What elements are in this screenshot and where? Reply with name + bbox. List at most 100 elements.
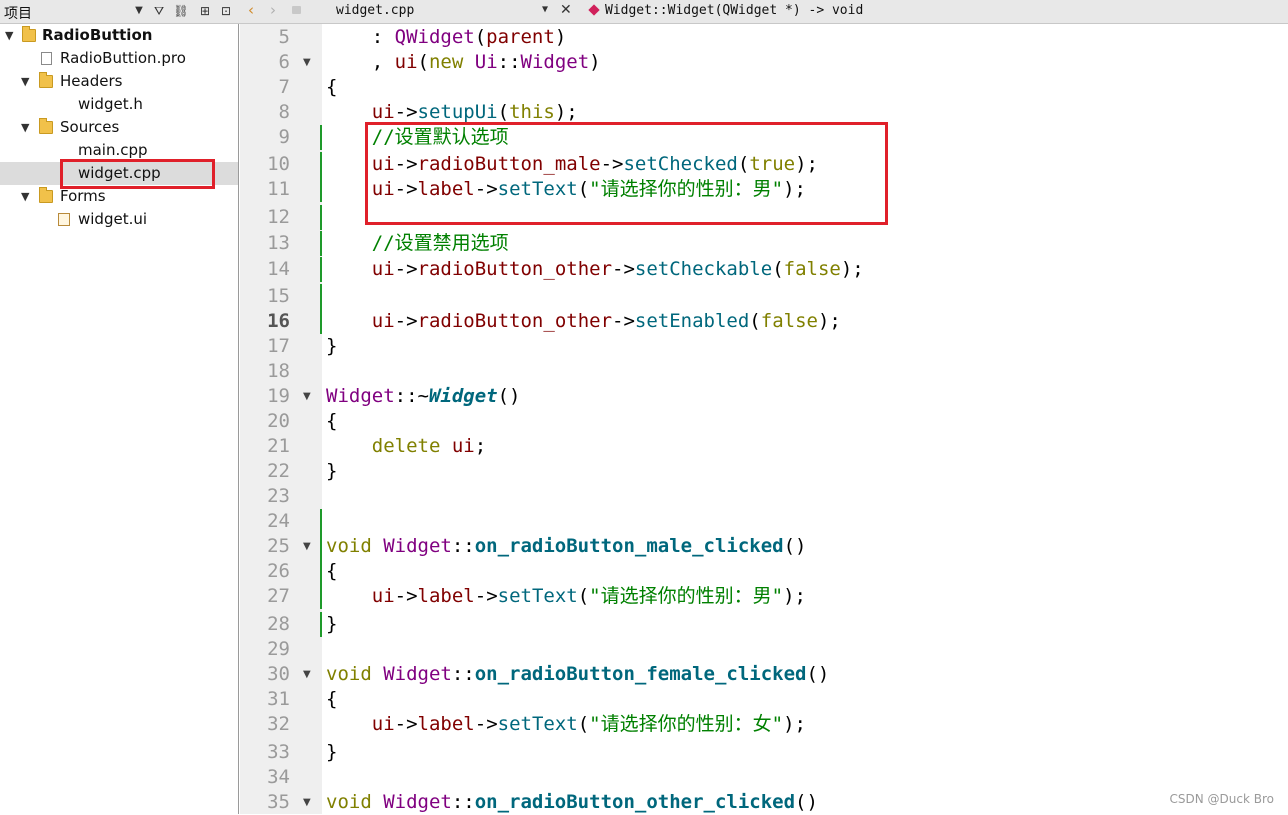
code-line[interactable]: 20 {: [240, 409, 1288, 434]
code-token: {: [326, 410, 338, 432]
line-number: 30: [267, 663, 290, 685]
code-line[interactable]: 6 ▼ , ui(new Ui::Widget): [240, 50, 1288, 75]
link-icon[interactable]: ⛓: [172, 2, 190, 20]
close-pane-icon[interactable]: ⊡: [218, 2, 234, 20]
code-token: );: [554, 101, 578, 123]
chevron-down-icon[interactable]: ▼: [132, 2, 146, 20]
code-line[interactable]: 23: [240, 484, 1288, 509]
code-token: "请选择你的性别：男": [589, 585, 784, 607]
chevron-down-icon[interactable]: ▼: [21, 116, 29, 139]
code-token: ->: [394, 101, 418, 123]
tree-item-widget-h[interactable]: widget.h: [0, 93, 238, 116]
code-token: (): [795, 791, 818, 813]
code-token: void: [326, 535, 384, 557]
code-token: (: [749, 310, 761, 332]
change-marker: [320, 559, 322, 584]
code-token: QWidget: [394, 26, 475, 48]
line-number: 27: [267, 585, 290, 607]
code-text: void Widget::on_radioButton_female_click…: [326, 662, 829, 687]
code-line[interactable]: 18: [240, 359, 1288, 384]
code-token: ::: [451, 663, 475, 685]
code-token: ui: [371, 713, 395, 735]
code-line[interactable]: 22}: [240, 459, 1288, 484]
code-token: ->: [474, 713, 498, 735]
fold-marker-icon[interactable]: ▼: [303, 790, 311, 815]
code-line[interactable]: 28}: [240, 612, 1288, 637]
tree-item-project[interactable]: ▼ RadioButtion: [0, 24, 238, 47]
code-line[interactable]: 30 ▼ void Widget::on_radioButton_female_cl…: [240, 662, 1288, 687]
tree-item-sources[interactable]: ▼ Sources: [0, 116, 238, 139]
code-line[interactable]: 32 ui->label->setText("请选择你的性别：女");: [240, 712, 1288, 737]
tree-item-label: widget.h: [78, 95, 143, 113]
code-token: }: [326, 741, 338, 763]
code-line[interactable]: 15: [240, 284, 1288, 309]
fold-marker-icon[interactable]: ▼: [303, 384, 311, 409]
code-line[interactable]: 16 ui->radioButton_other->setEnabled(fal…: [240, 309, 1288, 334]
code-text: {: [326, 75, 337, 100]
change-marker: [320, 284, 322, 309]
line-number: 7: [278, 76, 290, 98]
code-line[interactable]: 31 {: [240, 687, 1288, 712]
close-icon[interactable]: ✕: [560, 2, 572, 18]
chevron-down-icon[interactable]: ▼: [5, 24, 13, 47]
code-text: : QWidget(parent): [326, 25, 567, 50]
fold-marker-icon[interactable]: ▼: [303, 662, 311, 687]
chevron-down-icon[interactable]: ▼: [21, 70, 29, 93]
change-marker: [320, 125, 322, 150]
chevron-down-icon[interactable]: ▼: [21, 185, 29, 208]
lock-icon: [292, 6, 301, 14]
code-line[interactable]: 19 ▼ Widget::~Widget(): [240, 384, 1288, 409]
code-token: false: [783, 258, 841, 280]
code-token: {: [326, 560, 338, 582]
code-line[interactable]: 13 //设置禁用选项: [240, 231, 1288, 256]
fold-marker-icon[interactable]: ▼: [303, 50, 311, 75]
code-line[interactable]: 26 {: [240, 559, 1288, 584]
tree-item-headers[interactable]: ▼ Headers: [0, 70, 238, 93]
folder-icon: [39, 72, 53, 88]
tree-item-widget-ui[interactable]: widget.ui: [0, 208, 238, 231]
change-marker: [320, 257, 322, 282]
open-file-selector[interactable]: widget.cpp: [336, 3, 414, 18]
code-token: ::: [451, 791, 475, 813]
code-line[interactable]: 17}: [240, 334, 1288, 359]
project-pane-toolbar: 项目 ▼ ⛛ ⛓ ⊞ ⊡: [0, 0, 240, 24]
chevron-down-icon[interactable]: ▼: [542, 4, 548, 15]
code-line[interactable]: 29: [240, 637, 1288, 662]
code-token: ui: [371, 258, 395, 280]
split-icon[interactable]: ⊞: [196, 2, 214, 20]
change-marker: [320, 231, 322, 256]
fold-marker-icon[interactable]: ▼: [303, 534, 311, 559]
folder-icon: [39, 187, 53, 203]
code-line[interactable]: 27 ui->label->setText("请选择你的性别：男");: [240, 584, 1288, 609]
change-marker: [320, 152, 322, 177]
pro-file-icon: [41, 52, 52, 65]
back-arrow-icon[interactable]: ‹: [248, 1, 254, 19]
change-marker: [320, 177, 322, 202]
filter-icon[interactable]: ⛛: [150, 2, 168, 20]
code-token: );: [783, 585, 806, 607]
code-line[interactable]: 25 ▼ void Widget::on_radioButton_male_clic…: [240, 534, 1288, 559]
line-number: 17: [267, 335, 290, 357]
code-text: {: [326, 559, 337, 584]
code-token: }: [326, 613, 338, 635]
forward-arrow-icon[interactable]: ›: [270, 1, 276, 19]
symbol-selector[interactable]: Widget::Widget(QWidget *) -> void: [605, 3, 863, 18]
code-line[interactable]: 35 ▼ void Widget::on_radioButton_other_cli…: [240, 790, 1288, 815]
code-token: setText: [497, 585, 578, 607]
code-line[interactable]: 34: [240, 765, 1288, 790]
code-line[interactable]: 7{: [240, 75, 1288, 100]
code-line[interactable]: 21 delete ui;: [240, 434, 1288, 459]
code-line[interactable]: 5 : QWidget(parent): [240, 25, 1288, 50]
code-line[interactable]: 24: [240, 509, 1288, 534]
code-token: Widget: [428, 385, 498, 407]
code-line[interactable]: 14 ui->radioButton_other->setCheckable(f…: [240, 257, 1288, 282]
code-token: setText: [497, 713, 578, 735]
code-line[interactable]: 33}: [240, 740, 1288, 765]
tree-item-pro-file[interactable]: RadioButtion.pro: [0, 47, 238, 70]
